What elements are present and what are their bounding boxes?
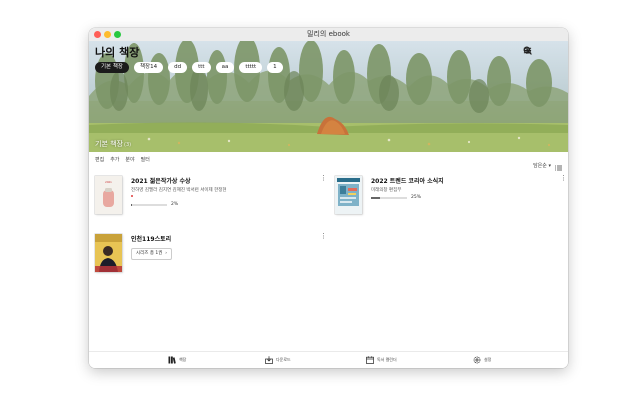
nav-label: 책장 (179, 357, 187, 362)
progress-bar (371, 197, 407, 199)
nav-label: 설정 (484, 357, 492, 362)
more-options-icon[interactable]: ⋮ (320, 175, 327, 182)
shelf-chip[interactable]: ttttt (239, 62, 263, 73)
titlebar: 밀리의 ebook (89, 28, 568, 42)
book-title: 인천119스토리 (131, 236, 172, 243)
add-button[interactable]: 추가 (110, 156, 119, 163)
book-title: 2022 트렌드 코리아 소식지 (371, 178, 444, 185)
shelf-toolbar: 편집 추가 분야 필터 담은순 ▾ (89, 152, 568, 171)
book-author: 전하영 김멜라 김지연 김혜진 박서련 서이제 한정현 (131, 188, 227, 193)
book-title: 2021 젊은작가상 수상 (131, 178, 191, 185)
landscape-painting-image (89, 41, 568, 152)
shelf-chip[interactable]: aa (215, 62, 235, 73)
current-shelf-count: (3) (124, 142, 132, 148)
sort-dropdown[interactable]: 담은순 ▾ (533, 162, 551, 169)
series-info-button[interactable]: 시리즈 총 1권 › (131, 248, 173, 260)
shelf-hero-banner: 나의 책장 기본 책장 책장14 dd ttt aa ttttt 1 기본 책장… (89, 41, 568, 152)
current-shelf-label: 기본 책장(3) (95, 139, 131, 149)
series-label: 시리즈 총 1권 (136, 251, 163, 256)
book-cover-image: 2021 (95, 176, 122, 214)
filter-button[interactable]: 필터 (141, 156, 150, 163)
progress-percent: 25% (411, 195, 422, 200)
book-item[interactable]: 인천119스토리 시리즈 총 1권 › ⋮ (95, 233, 327, 284)
current-shelf-name: 기본 책장 (95, 140, 123, 148)
menu-icon[interactable] (523, 46, 562, 55)
progress-fill (131, 204, 132, 206)
svg-text:2021: 2021 (105, 180, 112, 184)
calendar-icon (366, 356, 374, 364)
more-options-icon[interactable]: ⋮ (320, 233, 327, 240)
book-item[interactable]: 2021 2021 젊은작가상 수상 전하영 김멜라 김지연 김혜진 박서련 서… (95, 175, 327, 226)
nav-item-calendar[interactable]: 독서 캘린더 (366, 356, 397, 364)
shelf-chip[interactable]: dd (168, 62, 188, 73)
nav-label: 다운로드 (276, 357, 291, 362)
download-icon (265, 356, 273, 364)
progress-bar (131, 204, 167, 206)
more-options-icon[interactable]: ⋮ (560, 175, 567, 182)
header-icon-group (523, 46, 562, 55)
book-item[interactable]: 2022 트렌드 코리아 소식지 미래의창 편집부 25% ⋮ (335, 175, 567, 226)
sort-controls: 담은순 ▾ (533, 156, 562, 175)
settings-icon (473, 356, 481, 364)
nav-item-settings[interactable]: 설정 (473, 356, 491, 364)
book-author: 미래의창 편집부 (371, 188, 402, 193)
nav-label: 독서 캘린더 (377, 357, 397, 362)
shelf-actions: 편집 추가 분야 필터 (95, 156, 150, 163)
category-button[interactable]: 분야 (125, 156, 134, 163)
book-cover-image (95, 234, 122, 272)
shelf-chip[interactable]: 1 (267, 62, 283, 73)
edit-button[interactable]: 편집 (95, 156, 104, 163)
settings-icon[interactable] (524, 46, 547, 55)
page-title: 나의 책장 (95, 46, 140, 59)
shelf-chip[interactable]: 책장14 (134, 62, 164, 73)
shelf-chip[interactable]: ttt (192, 62, 211, 73)
nav-item-bookshelf[interactable]: 책장 (168, 356, 186, 364)
progress-fill (371, 197, 380, 199)
book-cover-image (335, 176, 362, 214)
bottom-navigation: 책장 다운로드 독서 캘린더 설정 (89, 351, 568, 368)
list-view-icon[interactable] (555, 156, 562, 175)
window-title: 밀리의 ebook (307, 30, 350, 38)
progress-percent: 2% (171, 202, 179, 207)
shelf-chip-basic[interactable]: 기본 책장 (95, 62, 129, 73)
app-window: 밀리의 ebook 나의 책장 기본 책장 책장14 dd ttt aa ttt… (89, 28, 568, 368)
sort-label: 담은순 (533, 163, 547, 169)
nav-item-download[interactable]: 다운로드 (265, 356, 291, 364)
shelf-chip-list: 기본 책장 책장14 dd ttt aa ttttt 1 (95, 62, 283, 73)
bookshelf-icon (168, 356, 176, 364)
new-indicator-dot (131, 195, 133, 197)
